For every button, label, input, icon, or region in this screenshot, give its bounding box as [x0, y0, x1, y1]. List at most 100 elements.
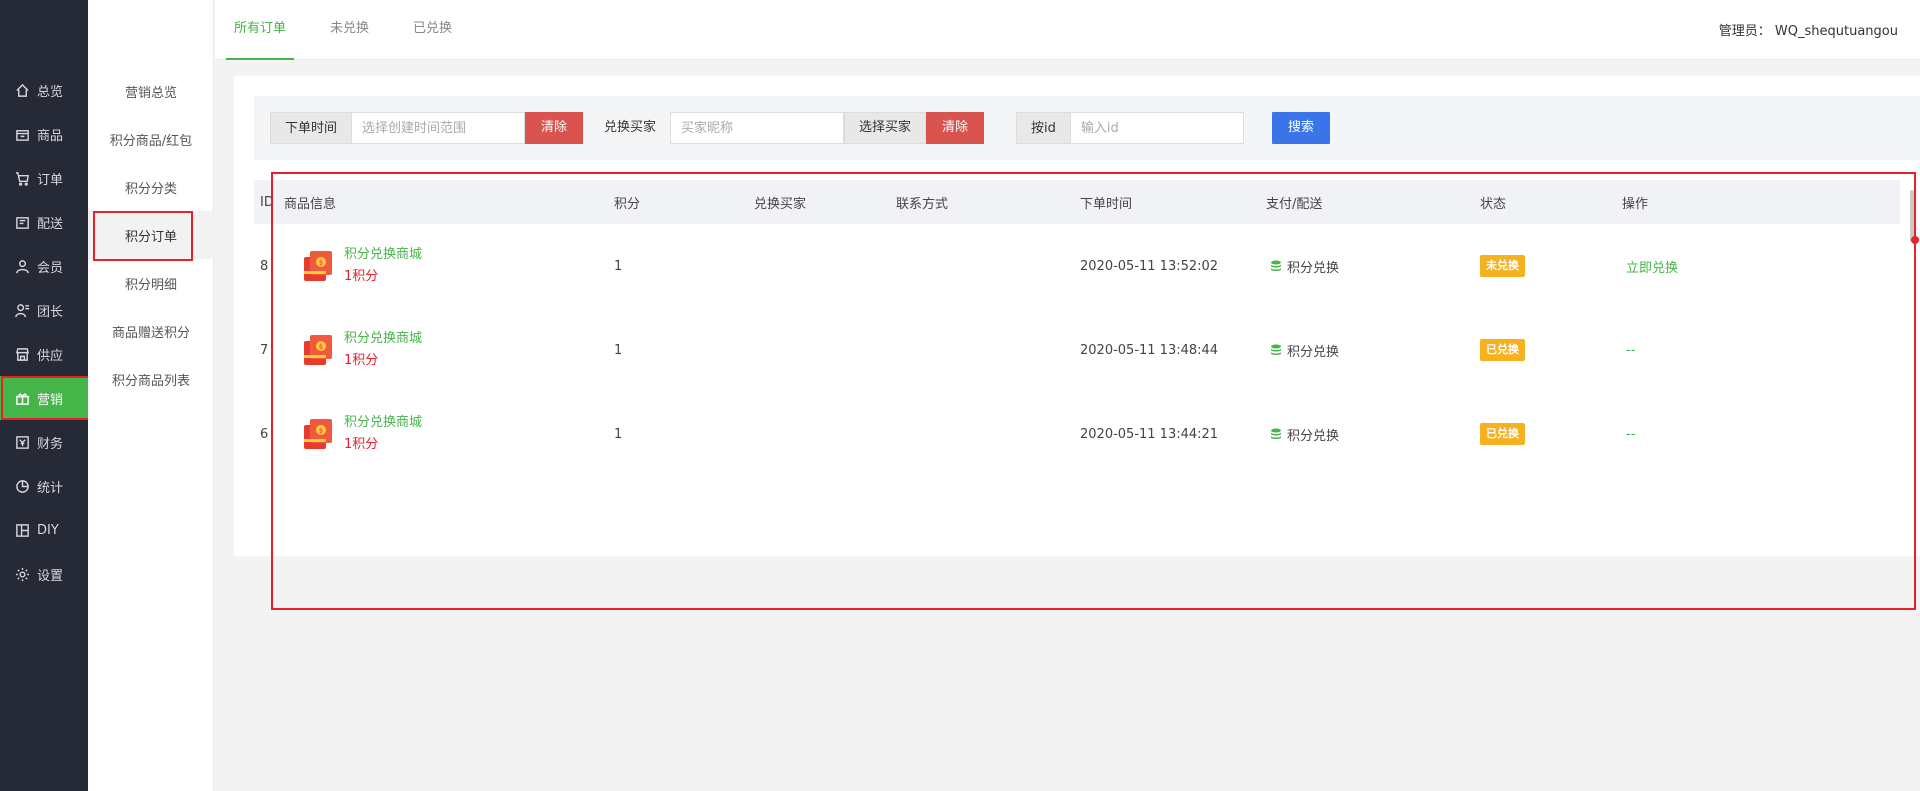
subnav-item-points-detail[interactable]: 积分明细	[88, 259, 214, 307]
svg-text:$: $	[319, 343, 323, 351]
vertical-scrollbar[interactable]	[1910, 190, 1914, 242]
nav-item-label: 配送	[37, 216, 64, 232]
row-op: 立即兑换	[1622, 257, 1772, 276]
row-pay: 积分兑换	[1266, 257, 1480, 276]
id-input[interactable]	[1069, 112, 1244, 144]
nav-item-goods[interactable]: 商品	[0, 112, 88, 156]
delivery-icon	[15, 215, 30, 230]
tab-not-redeemed[interactable]: 未兑换	[322, 0, 377, 60]
coins-icon	[1271, 344, 1281, 355]
row-id: 8	[260, 258, 269, 274]
pay-method: 积分兑换	[1266, 425, 1480, 444]
row-goods: $ 积分兑换商城 1积分	[284, 328, 614, 372]
row-score: 1	[614, 342, 623, 358]
goods-text: 积分兑换商城 1积分	[344, 328, 422, 372]
svg-text:$: $	[319, 427, 323, 435]
filter-bar: 下单时间 清除 兑换买家 选择买家 清除 按id 搜索	[254, 96, 1920, 160]
tab-redeemed[interactable]: 已兑换	[405, 0, 460, 60]
pay-method: 积分兑换	[1266, 341, 1480, 360]
status-badge: 未兑换	[1480, 255, 1525, 277]
pay-method: 积分兑换	[1266, 257, 1480, 276]
header-op: 操作	[1622, 196, 1649, 212]
nav-item-label: DIY	[37, 522, 59, 538]
subnav-item-points-goods[interactable]: 积分商品/红包	[88, 115, 214, 163]
goods-score: 1积分	[344, 353, 379, 368]
goods-text: 积分兑换商城 1积分	[344, 244, 422, 288]
top-bar: 所有订单 未兑换 已兑换 管理员： WQ_shequtuangou	[215, 0, 1920, 60]
row-id: 6	[260, 426, 269, 442]
nav-item-overview[interactable]: 总览	[0, 68, 88, 112]
admin-label: 管理员： WQ_shequtuangou	[1718, 24, 1898, 39]
redeem-now-link[interactable]: 立即兑换	[1622, 261, 1678, 276]
row-score: 1	[614, 426, 623, 442]
goods-name-link[interactable]: 积分兑换商城	[344, 328, 422, 350]
pay-method-label: 积分兑换	[1287, 428, 1340, 444]
secondary-nav: 营销总览 积分商品/红包 积分分类 积分订单 积分明细 商品赠送积分 积分商品列…	[88, 67, 214, 403]
subnav-item-points-category[interactable]: 积分分类	[88, 163, 214, 211]
row-status: 已兑换	[1480, 339, 1622, 361]
home-icon	[15, 83, 30, 98]
nav-item-diy[interactable]: DIY	[0, 508, 88, 552]
header-score: 积分	[614, 196, 641, 212]
tab-all-orders[interactable]: 所有订单	[226, 0, 295, 60]
gear-icon	[15, 567, 30, 582]
pay-method-label: 积分兑换	[1287, 344, 1340, 360]
row-time: 2020-05-11 13:44:21	[1080, 426, 1219, 442]
row-goods: $ 积分兑换商城 1积分	[284, 412, 614, 456]
subnav-item-gift-points[interactable]: 商品赠送积分	[88, 307, 214, 355]
buyer-nickname-input[interactable]	[670, 112, 845, 144]
id-filter: 按id	[1016, 112, 1244, 144]
orders-table: ID 商品信息 积分 兑换买家 联系方式 下单时间 支付/配送 状态 操作 8 …	[254, 180, 1900, 476]
nav-item-orders[interactable]: 订单	[0, 156, 88, 200]
header-buyer: 兑换买家	[754, 196, 807, 212]
nav-item-delivery[interactable]: 配送	[0, 200, 88, 244]
time-range-input[interactable]	[351, 112, 526, 144]
goods-name-link[interactable]: 积分兑换商城	[344, 412, 422, 434]
subnav-item-points-orders[interactable]: 积分订单	[88, 211, 214, 261]
nav-item-settings[interactable]: 设置	[0, 552, 88, 596]
leader-icon	[15, 303, 30, 318]
time-filter-label: 下单时间	[270, 112, 352, 144]
nav-item-finance[interactable]: 财务	[0, 420, 88, 464]
nav-item-label: 会员	[37, 260, 64, 276]
header-goods: 商品信息	[284, 196, 337, 212]
layout-icon	[15, 523, 30, 538]
subnav-item-marketing-overview[interactable]: 营销总览	[88, 67, 214, 115]
nav-item-label: 团长	[37, 304, 64, 320]
goods-score: 1积分	[344, 269, 379, 284]
annotation-dot	[1911, 236, 1919, 244]
row-pay: 积分兑换	[1266, 425, 1480, 444]
primary-sidebar: 总览 商品 订单 配送 会员 团长 供应 营销 财务 统计 DIY 设置	[0, 0, 91, 791]
status-badge: 已兑换	[1480, 423, 1525, 445]
nav-item-statistics[interactable]: 统计	[0, 464, 88, 508]
coins-icon	[1271, 260, 1281, 271]
nav-item-members[interactable]: 会员	[0, 244, 88, 288]
table-header: ID 商品信息 积分 兑换买家 联系方式 下单时间 支付/配送 状态 操作	[254, 180, 1900, 224]
row-time: 2020-05-11 13:48:44	[1080, 342, 1219, 358]
clear-buyer-button[interactable]: 清除	[926, 112, 985, 144]
pay-method-label: 积分兑换	[1287, 260, 1340, 276]
clear-time-button[interactable]: 清除	[525, 112, 584, 144]
nav-item-marketing[interactable]: 营销	[0, 376, 91, 420]
row-status: 已兑换	[1480, 423, 1622, 445]
subnav-item-points-goods-list[interactable]: 积分商品列表	[88, 355, 214, 403]
search-button[interactable]: 搜索	[1272, 112, 1331, 144]
cart-icon	[15, 171, 30, 186]
row-pay: 积分兑换	[1266, 341, 1480, 360]
box-icon	[15, 127, 30, 142]
buyer-filter-label: 兑换买家	[604, 120, 657, 135]
search-group: 搜索	[1272, 112, 1331, 144]
row-goods: $ 积分兑换商城 1积分	[284, 244, 614, 288]
goods-name-link[interactable]: 积分兑换商城	[344, 244, 422, 266]
row-score: 1	[614, 258, 623, 274]
nav-item-supply[interactable]: 供应	[0, 332, 88, 376]
nav-item-label: 营销	[37, 392, 64, 408]
nav-item-label: 供应	[37, 348, 64, 364]
nav-item-leaders[interactable]: 团长	[0, 288, 88, 332]
table-row: 6 $ 积分兑换商城 1积分 1 2020-05-11 13:44:21 积分兑…	[254, 392, 1900, 476]
secondary-sidebar: 营销总览 积分商品/红包 积分分类 积分订单 积分明细 商品赠送积分 积分商品列…	[88, 0, 214, 791]
nav-item-label: 订单	[37, 172, 64, 188]
select-buyer-button[interactable]: 选择买家	[844, 112, 927, 144]
header-time: 下单时间	[1080, 196, 1133, 212]
row-time: 2020-05-11 13:52:02	[1080, 258, 1219, 274]
